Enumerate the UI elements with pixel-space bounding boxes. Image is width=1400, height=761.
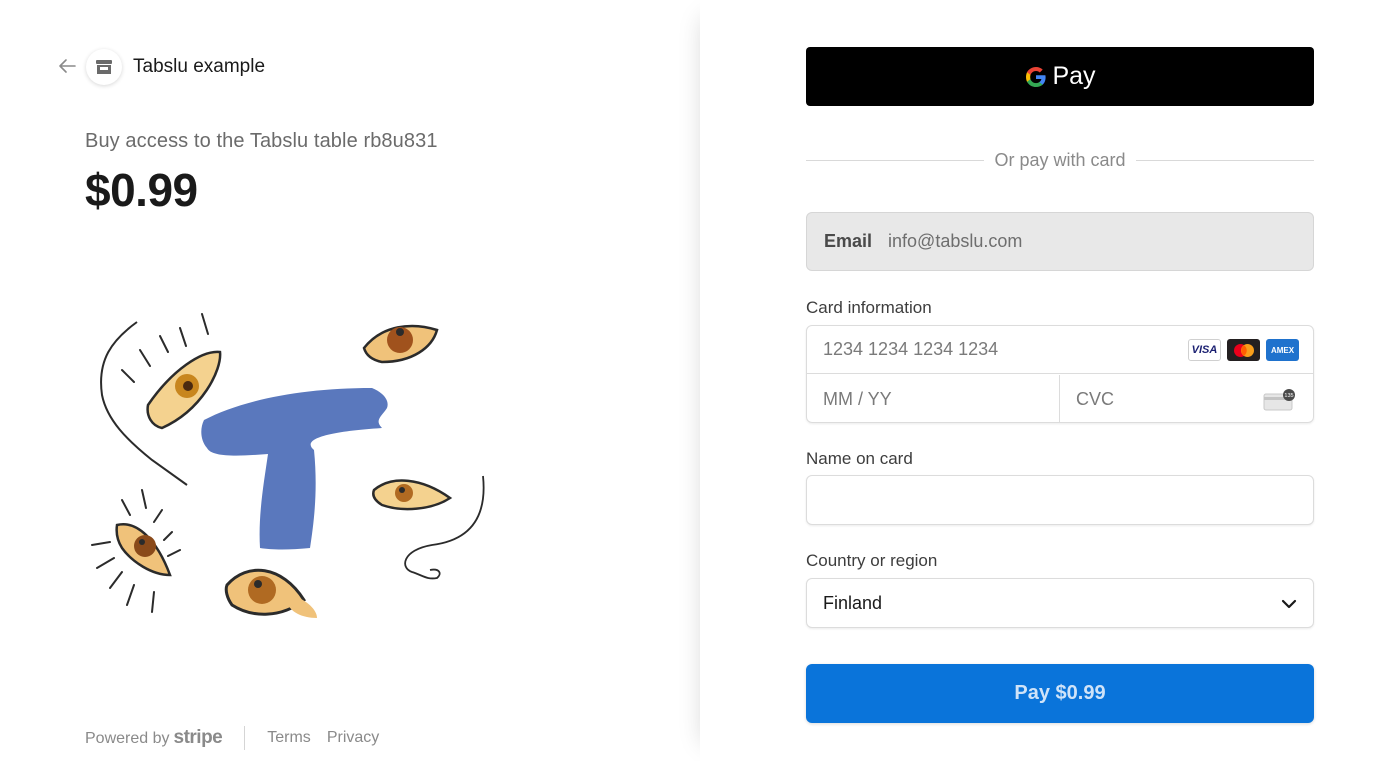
card-information-label: Card information <box>806 298 932 317</box>
product-artwork <box>91 313 485 618</box>
email-value: info@tabslu.com <box>888 231 1023 251</box>
product-price: $0.99 <box>85 164 198 216</box>
country-select-value: Finland <box>823 592 883 613</box>
powered-by-label: Powered by <box>85 730 170 747</box>
store-icon <box>96 60 112 74</box>
cvc-input[interactable]: CVC 135 <box>1060 375 1313 423</box>
footer-divider <box>244 726 246 750</box>
divider-line-left <box>806 159 985 161</box>
pay-button-label: Pay $0.99 <box>1014 682 1106 704</box>
card-brand-logos: VISA AMEX <box>1188 339 1299 361</box>
terms-link[interactable]: Terms <box>267 729 311 747</box>
pay-with-card-divider: Or pay with card <box>806 148 1315 172</box>
visa-icon: VISA <box>1188 339 1221 361</box>
country-select[interactable]: Finland <box>806 578 1314 628</box>
google-pay-label: Pay <box>1052 62 1096 90</box>
email-label: Email <box>824 231 873 251</box>
order-summary-pane: Tabslu example Buy access to the Tabslu … <box>0 0 700 761</box>
name-on-card-input[interactable] <box>806 475 1314 525</box>
merchant-logo[interactable] <box>86 49 122 85</box>
card-information-group: 1234 1234 1234 1234 VISA AMEX MM / YY CV… <box>806 325 1314 423</box>
stripe-logo: stripe <box>173 727 223 748</box>
expiry-placeholder: MM / YY <box>823 388 892 409</box>
checkout-footer: Powered by stripe Terms Privacy <box>85 726 395 750</box>
privacy-link[interactable]: Privacy <box>327 729 379 747</box>
country-label: Country or region <box>806 551 938 570</box>
google-g-icon <box>1026 66 1047 87</box>
name-on-card-label: Name on card <box>806 449 913 468</box>
mastercard-icon <box>1227 339 1260 361</box>
divider-line-right <box>1135 159 1315 161</box>
pay-button[interactable]: Pay $0.99 <box>806 664 1314 723</box>
card-number-input[interactable]: 1234 1234 1234 1234 VISA AMEX <box>807 326 1313 374</box>
amex-icon: AMEX <box>1266 339 1299 361</box>
card-number-placeholder: 1234 1234 1234 1234 <box>823 339 999 359</box>
merchant-name[interactable]: Tabslu example <box>133 56 265 78</box>
chevron-down-icon <box>1281 599 1297 609</box>
google-pay-button[interactable]: Pay <box>806 47 1314 106</box>
back-arrow-icon[interactable] <box>56 55 78 77</box>
email-field[interactable]: Email info@tabslu.com <box>806 212 1314 271</box>
expiry-input[interactable]: MM / YY <box>807 375 1060 423</box>
cvc-card-icon: 135 <box>1263 389 1295 411</box>
divider-text: Or pay with card <box>994 149 1126 170</box>
product-name: Buy access to the Tabslu table rb8u831 <box>85 130 438 152</box>
svg-text:135: 135 <box>1284 393 1293 399</box>
cvc-placeholder: CVC <box>1076 388 1115 409</box>
powered-by-stripe[interactable]: Powered by stripe <box>85 727 223 749</box>
